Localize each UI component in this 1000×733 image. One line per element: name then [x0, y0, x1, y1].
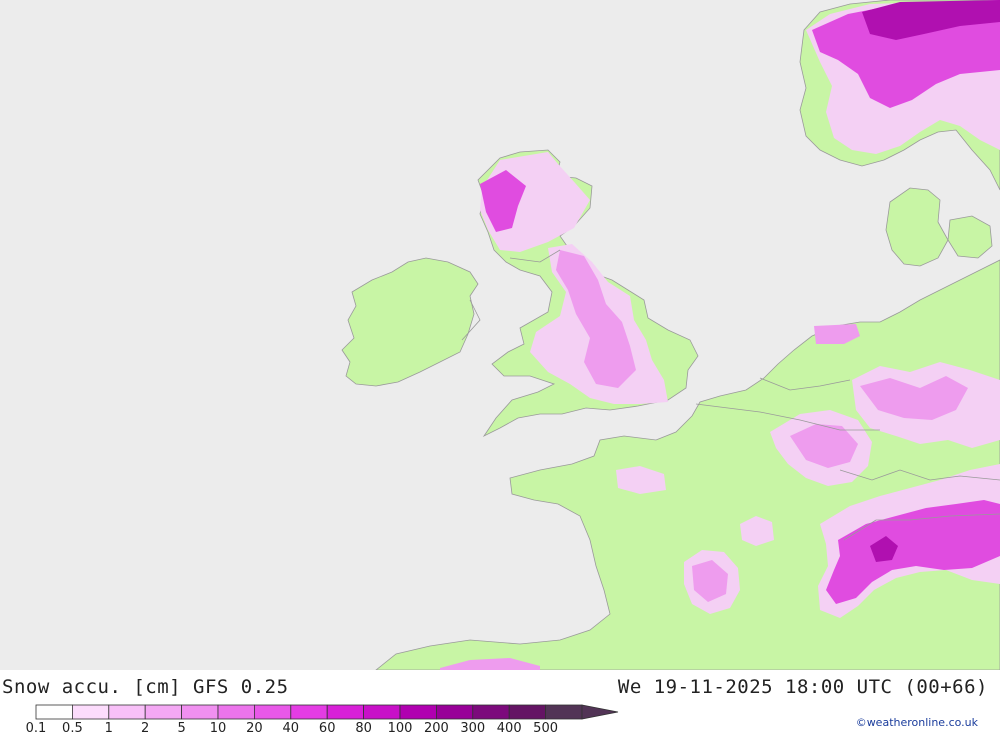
legend-swatch: [181, 704, 219, 720]
legend-tick-label: 5: [177, 721, 185, 733]
product-title: Snow accu. [cm] GFS 0.25: [2, 676, 289, 698]
legend-swatch: [72, 704, 110, 720]
legend-swatch: [545, 704, 583, 720]
legend-tick-label: 0.5: [62, 721, 83, 733]
color-legend: 0.1 0.5 1 2 5 10 20 40 60 80 100 200 300 400 500: [26, 704, 619, 733]
legend-swatch: [144, 704, 182, 720]
legend-tick-label: 400: [497, 721, 522, 733]
legend-tick-label: 200: [424, 721, 449, 733]
legend-tick-label: 1: [105, 721, 113, 733]
credit-text: ©weatheronline.co.uk: [855, 716, 978, 729]
legend-swatch: [35, 704, 73, 720]
legend-tick-label: 100: [388, 721, 413, 733]
legend-swatch: [217, 704, 255, 720]
legend-swatch: [363, 704, 401, 720]
legend-swatch: [399, 704, 437, 720]
valid-time: We 19-11-2025 18:00 UTC (00+66): [617, 676, 988, 698]
legend-swatch: [108, 704, 146, 720]
legend-swatch: [326, 704, 365, 720]
legend-tick-label: 80: [355, 721, 372, 733]
legend-tick-label: 2: [141, 721, 149, 733]
legend-scale: 0.1 0.5 1 2 5 10 20 40 60 80 100 200 300 400 500: [26, 704, 619, 733]
legend-swatch: [253, 704, 292, 720]
legend-tick-label: 20: [246, 721, 263, 733]
weather-map: [0, 0, 1000, 670]
legend-tick-label: 0.1: [26, 721, 47, 733]
legend-swatch: [435, 704, 474, 720]
legend-swatch: [290, 704, 328, 720]
legend-tick-label: 300: [460, 721, 485, 733]
legend-tick-label: 40: [283, 721, 300, 733]
legend-tick-label: 500: [533, 721, 558, 733]
legend-tick-label: 10: [210, 721, 227, 733]
legend-swatch: [472, 704, 510, 720]
map-canvas: [0, 0, 1000, 670]
legend-tick-label: 60: [319, 721, 336, 733]
land-denmark: [885, 187, 949, 267]
legend-swatch: [508, 704, 547, 720]
